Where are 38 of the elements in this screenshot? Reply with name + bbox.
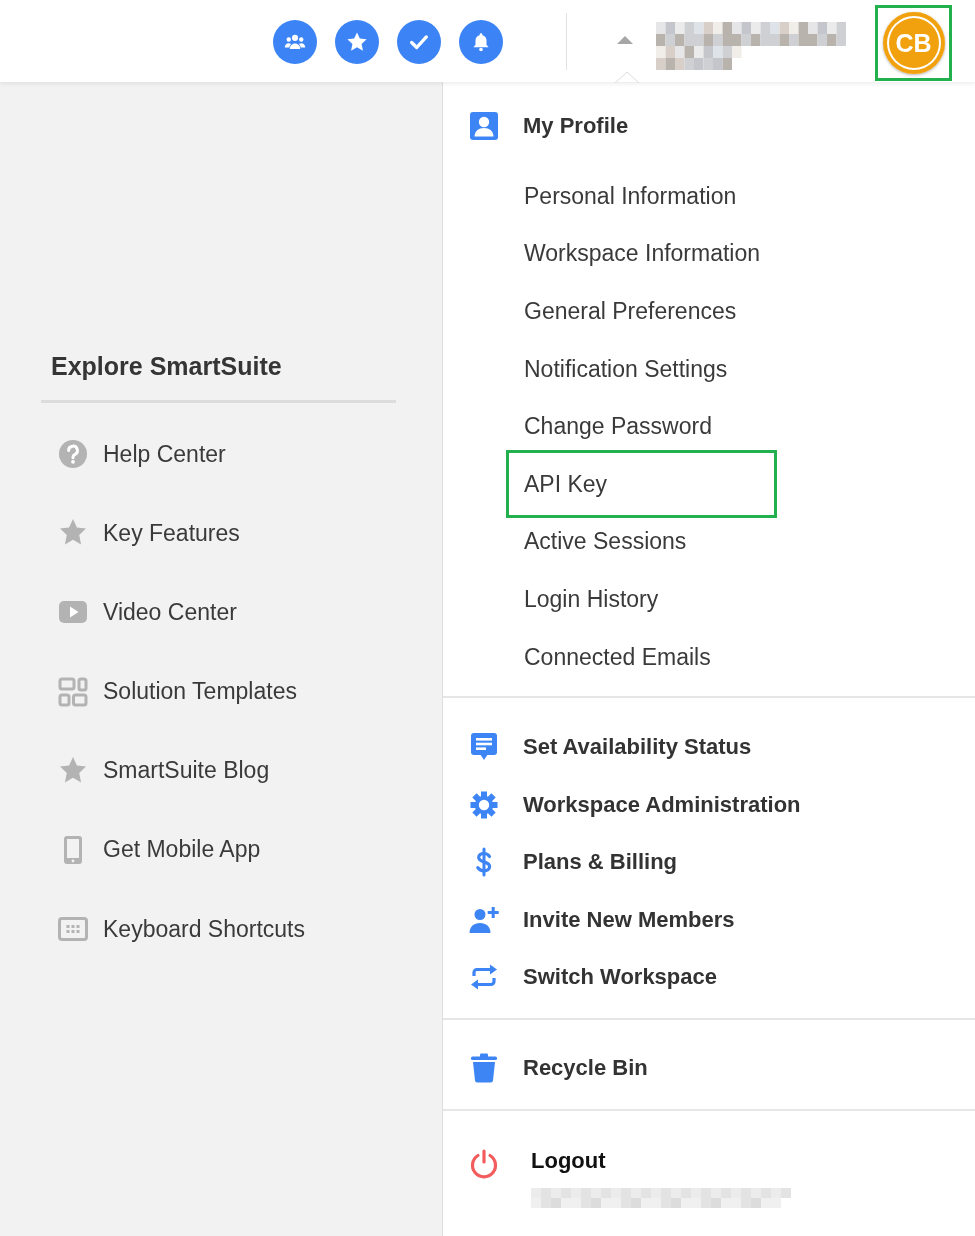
sidebar-link[interactable]: Key Features bbox=[58, 517, 240, 550]
menu-item[interactable]: API Key bbox=[506, 449, 777, 518]
sidebar-link[interactable]: Get Mobile App bbox=[58, 833, 261, 866]
menu-item[interactable]: Set Availability Status bbox=[469, 732, 752, 763]
logout-button[interactable]: Logout bbox=[469, 1147, 791, 1208]
favorites-button[interactable] bbox=[335, 20, 379, 64]
menu-item[interactable]: Workspace Information bbox=[506, 237, 777, 270]
menu-item[interactable]: Recycle Bin bbox=[469, 1053, 648, 1084]
sidebar-link[interactable]: SmartSuite Blog bbox=[58, 754, 270, 787]
menu-item[interactable]: Login History bbox=[506, 582, 777, 615]
trash-icon bbox=[469, 1053, 499, 1084]
sidebar-link[interactable]: Help Center bbox=[58, 438, 226, 470]
section-title: My Profile bbox=[523, 112, 629, 140]
menu-item[interactable]: General Preferences bbox=[506, 295, 777, 327]
team-button[interactable] bbox=[273, 20, 317, 64]
add-user-icon bbox=[469, 904, 499, 935]
menu-item[interactable]: Change Password bbox=[506, 410, 777, 443]
grid-icon bbox=[58, 676, 88, 707]
menu-item[interactable]: Connected Emails bbox=[506, 640, 777, 673]
menu-item[interactable]: Workspace Administration bbox=[469, 789, 801, 820]
star-icon bbox=[346, 31, 368, 53]
menu-item[interactable]: Active Sessions bbox=[506, 525, 777, 558]
section-title: Explore SmartSuite bbox=[51, 351, 283, 382]
notifications-button[interactable] bbox=[459, 20, 503, 64]
sidebar-link[interactable]: Solution Templates bbox=[58, 675, 297, 708]
menu-item[interactable]: Switch Workspace bbox=[469, 962, 717, 993]
tasks-button[interactable] bbox=[397, 20, 441, 64]
menu-item[interactable]: Personal Information bbox=[506, 179, 777, 212]
menu-item[interactable]: Invite New Members bbox=[469, 904, 735, 935]
caret-up-icon[interactable] bbox=[617, 36, 633, 44]
sidebar-link[interactable]: Keyboard Shortcuts bbox=[58, 913, 305, 946]
menu-item[interactable]: Notification Settings bbox=[506, 352, 777, 385]
menu-item[interactable]: Plans & Billing bbox=[469, 847, 678, 878]
settings-icon bbox=[469, 789, 499, 820]
power-icon bbox=[469, 1148, 499, 1179]
sidebar-link[interactable]: Video Center bbox=[58, 596, 237, 629]
question-circle-icon bbox=[58, 439, 88, 469]
user-icon bbox=[469, 111, 499, 141]
